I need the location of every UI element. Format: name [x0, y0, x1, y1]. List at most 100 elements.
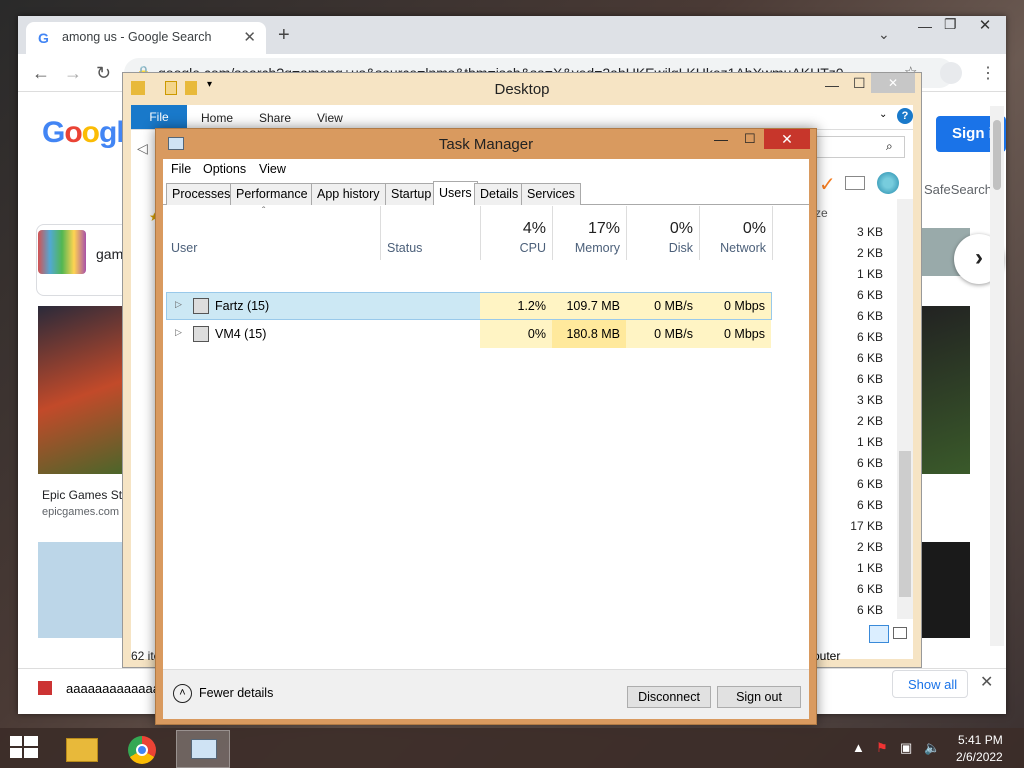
chrome-minimize-button[interactable]: —: [918, 18, 932, 34]
network-icon[interactable]: ▣: [900, 740, 912, 756]
tab-startup[interactable]: Startup: [385, 183, 438, 205]
column-header-disk[interactable]: 0% Disk: [627, 206, 700, 260]
profile-icon[interactable]: [940, 62, 962, 84]
large-icons-view-icon[interactable]: [893, 627, 907, 639]
back-arrow-icon[interactable]: ◁: [137, 140, 148, 157]
clock-time[interactable]: 5:41 PM: [958, 733, 1003, 747]
explorer-scrollbar[interactable]: [897, 199, 913, 619]
tm-minimize-button[interactable]: —: [714, 131, 728, 147]
file-size: 1 KB: [856, 561, 883, 575]
taskbar: ▲ ⚑ ▣ 🔈 5:41 PM 2/6/2022: [0, 728, 1024, 768]
file-size: 2 KB: [856, 540, 883, 554]
menu-file[interactable]: File: [171, 162, 191, 176]
tm-footer: ˄ Fewer details Disconnect Sign out: [163, 669, 809, 719]
chrome-scrollbar[interactable]: [990, 106, 1004, 646]
tab-performance[interactable]: Performance: [230, 183, 314, 205]
explorer-search-box[interactable]: ⌕: [811, 136, 905, 158]
result-image[interactable]: [918, 542, 970, 638]
kebab-menu-icon[interactable]: ⋮: [980, 63, 996, 83]
network-value: 0 Mbps: [724, 327, 765, 341]
clock-date[interactable]: 2/6/2022: [956, 750, 1003, 764]
tab-users[interactable]: Users: [433, 181, 478, 205]
column-header-memory[interactable]: 17% Memory: [553, 206, 627, 260]
tab-services[interactable]: Services: [521, 183, 581, 205]
explorer-maximize-button[interactable]: ☐: [853, 75, 866, 92]
column-header-status[interactable]: Status: [381, 206, 481, 260]
task-manager-body: File Options View Processes Performance …: [163, 159, 809, 719]
show-hidden-icons-icon[interactable]: ▲: [852, 740, 865, 755]
column-header-cpu[interactable]: 4% CPU: [481, 206, 553, 260]
tab-details[interactable]: Details: [474, 183, 525, 205]
expand-chevron-icon[interactable]: ▷: [175, 299, 182, 310]
table-row[interactable]: ▷ VM4 (15) 0% 180.8 MB 0 MB/s 0 Mbps: [166, 320, 772, 348]
close-download-bar-icon[interactable]: ✕: [980, 672, 993, 692]
cpu-value: 1.2%: [517, 299, 547, 313]
tab-processes[interactable]: Processes: [166, 183, 237, 205]
column-header-user[interactable]: User: [163, 206, 381, 260]
expand-chevron-icon[interactable]: ▷: [175, 327, 182, 338]
action-center-icon[interactable]: ⚑: [876, 740, 888, 756]
ribbon-share-tab[interactable]: Share: [259, 111, 291, 125]
result-source[interactable]: epicgames.com: [42, 506, 119, 518]
task-manager-titlebar[interactable]: Task Manager — ☐ ✕: [156, 129, 816, 159]
forward-arrow-icon[interactable]: →: [64, 63, 82, 84]
download-item-name[interactable]: aaaaaaaaaaaaa: [66, 681, 160, 696]
network-value: 0 Mbps: [724, 299, 765, 313]
ribbon-expand-icon[interactable]: ⌄: [879, 109, 887, 120]
table-row[interactable]: ▷ Fartz (15) 1.2% 109.7 MB 0 MB/s 0 Mbps: [166, 292, 772, 320]
user-icon: [193, 326, 209, 342]
task-manager-icon[interactable]: [176, 730, 230, 768]
menu-options[interactable]: Options: [203, 162, 246, 176]
chrome-maximize-button[interactable]: ❐: [944, 16, 957, 33]
ribbon-home-tab[interactable]: Home: [201, 111, 233, 125]
collapse-circle-icon[interactable]: ˄: [173, 684, 192, 703]
reload-icon[interactable]: ↻: [96, 63, 111, 84]
result-title[interactable]: Epic Games St: [42, 488, 122, 502]
display-icon[interactable]: [845, 176, 865, 190]
file-size: 6 KB: [856, 477, 883, 491]
fewer-details-link[interactable]: Fewer details: [199, 686, 273, 700]
explorer-title: Desktop: [494, 81, 550, 98]
google-logo[interactable]: Googl: [42, 116, 125, 150]
chrome-icon[interactable]: [116, 730, 170, 768]
windows-start-icon[interactable]: [10, 736, 38, 760]
help-icon[interactable]: ?: [897, 108, 913, 124]
tm-close-button[interactable]: ✕: [764, 129, 810, 149]
file-size: 6 KB: [856, 372, 883, 386]
column-header-network[interactable]: 0% Network: [700, 206, 773, 260]
sign-out-button[interactable]: Sign out: [717, 686, 801, 708]
tab-app-history[interactable]: App history: [311, 183, 386, 205]
chrome-tabstrip: G among us - Google Search ✕ + ⌄ — ❐ ✕: [18, 16, 1006, 54]
tab-search-chevron-icon[interactable]: ⌄: [878, 26, 890, 43]
ribbon-view-tab[interactable]: View: [317, 111, 343, 125]
user-name: VM4 (15): [215, 327, 267, 341]
file-size: 6 KB: [856, 288, 883, 302]
explorer-close-button[interactable]: ✕: [871, 73, 915, 93]
volume-icon[interactable]: 🔈: [924, 740, 940, 756]
menu-view[interactable]: View: [259, 162, 286, 176]
disk-value: 0 MB/s: [654, 299, 693, 313]
details-view-icon[interactable]: [869, 625, 889, 643]
close-tab-icon[interactable]: ✕: [243, 28, 256, 46]
result-image[interactable]: [918, 306, 970, 474]
chrome-tab[interactable]: G among us - Google Search ✕: [26, 22, 266, 54]
file-size: 6 KB: [856, 351, 883, 365]
back-arrow-icon[interactable]: ←: [32, 63, 50, 84]
file-size: 1 KB: [856, 267, 883, 281]
disconnect-button[interactable]: Disconnect: [627, 686, 711, 708]
show-all-button[interactable]: Show all: [892, 670, 968, 698]
cpu-total: 4%: [522, 220, 546, 237]
file-size: 3 KB: [856, 225, 883, 239]
new-tab-button[interactable]: +: [278, 24, 290, 47]
network-total: 0%: [742, 220, 766, 237]
tm-maximize-button[interactable]: ☐: [744, 131, 756, 147]
checkmark-icon[interactable]: ✓: [819, 172, 836, 197]
chrome-close-button[interactable]: ✕: [964, 16, 1006, 38]
file-explorer-icon[interactable]: [56, 730, 110, 768]
file-size: 17 KB: [850, 519, 883, 533]
globe-icon[interactable]: [877, 172, 899, 194]
file-size: 2 KB: [856, 246, 883, 260]
explorer-minimize-button[interactable]: —: [825, 77, 839, 93]
ribbon-file-tab[interactable]: File: [131, 105, 187, 129]
safesearch-label[interactable]: SafeSearch: [924, 182, 992, 197]
